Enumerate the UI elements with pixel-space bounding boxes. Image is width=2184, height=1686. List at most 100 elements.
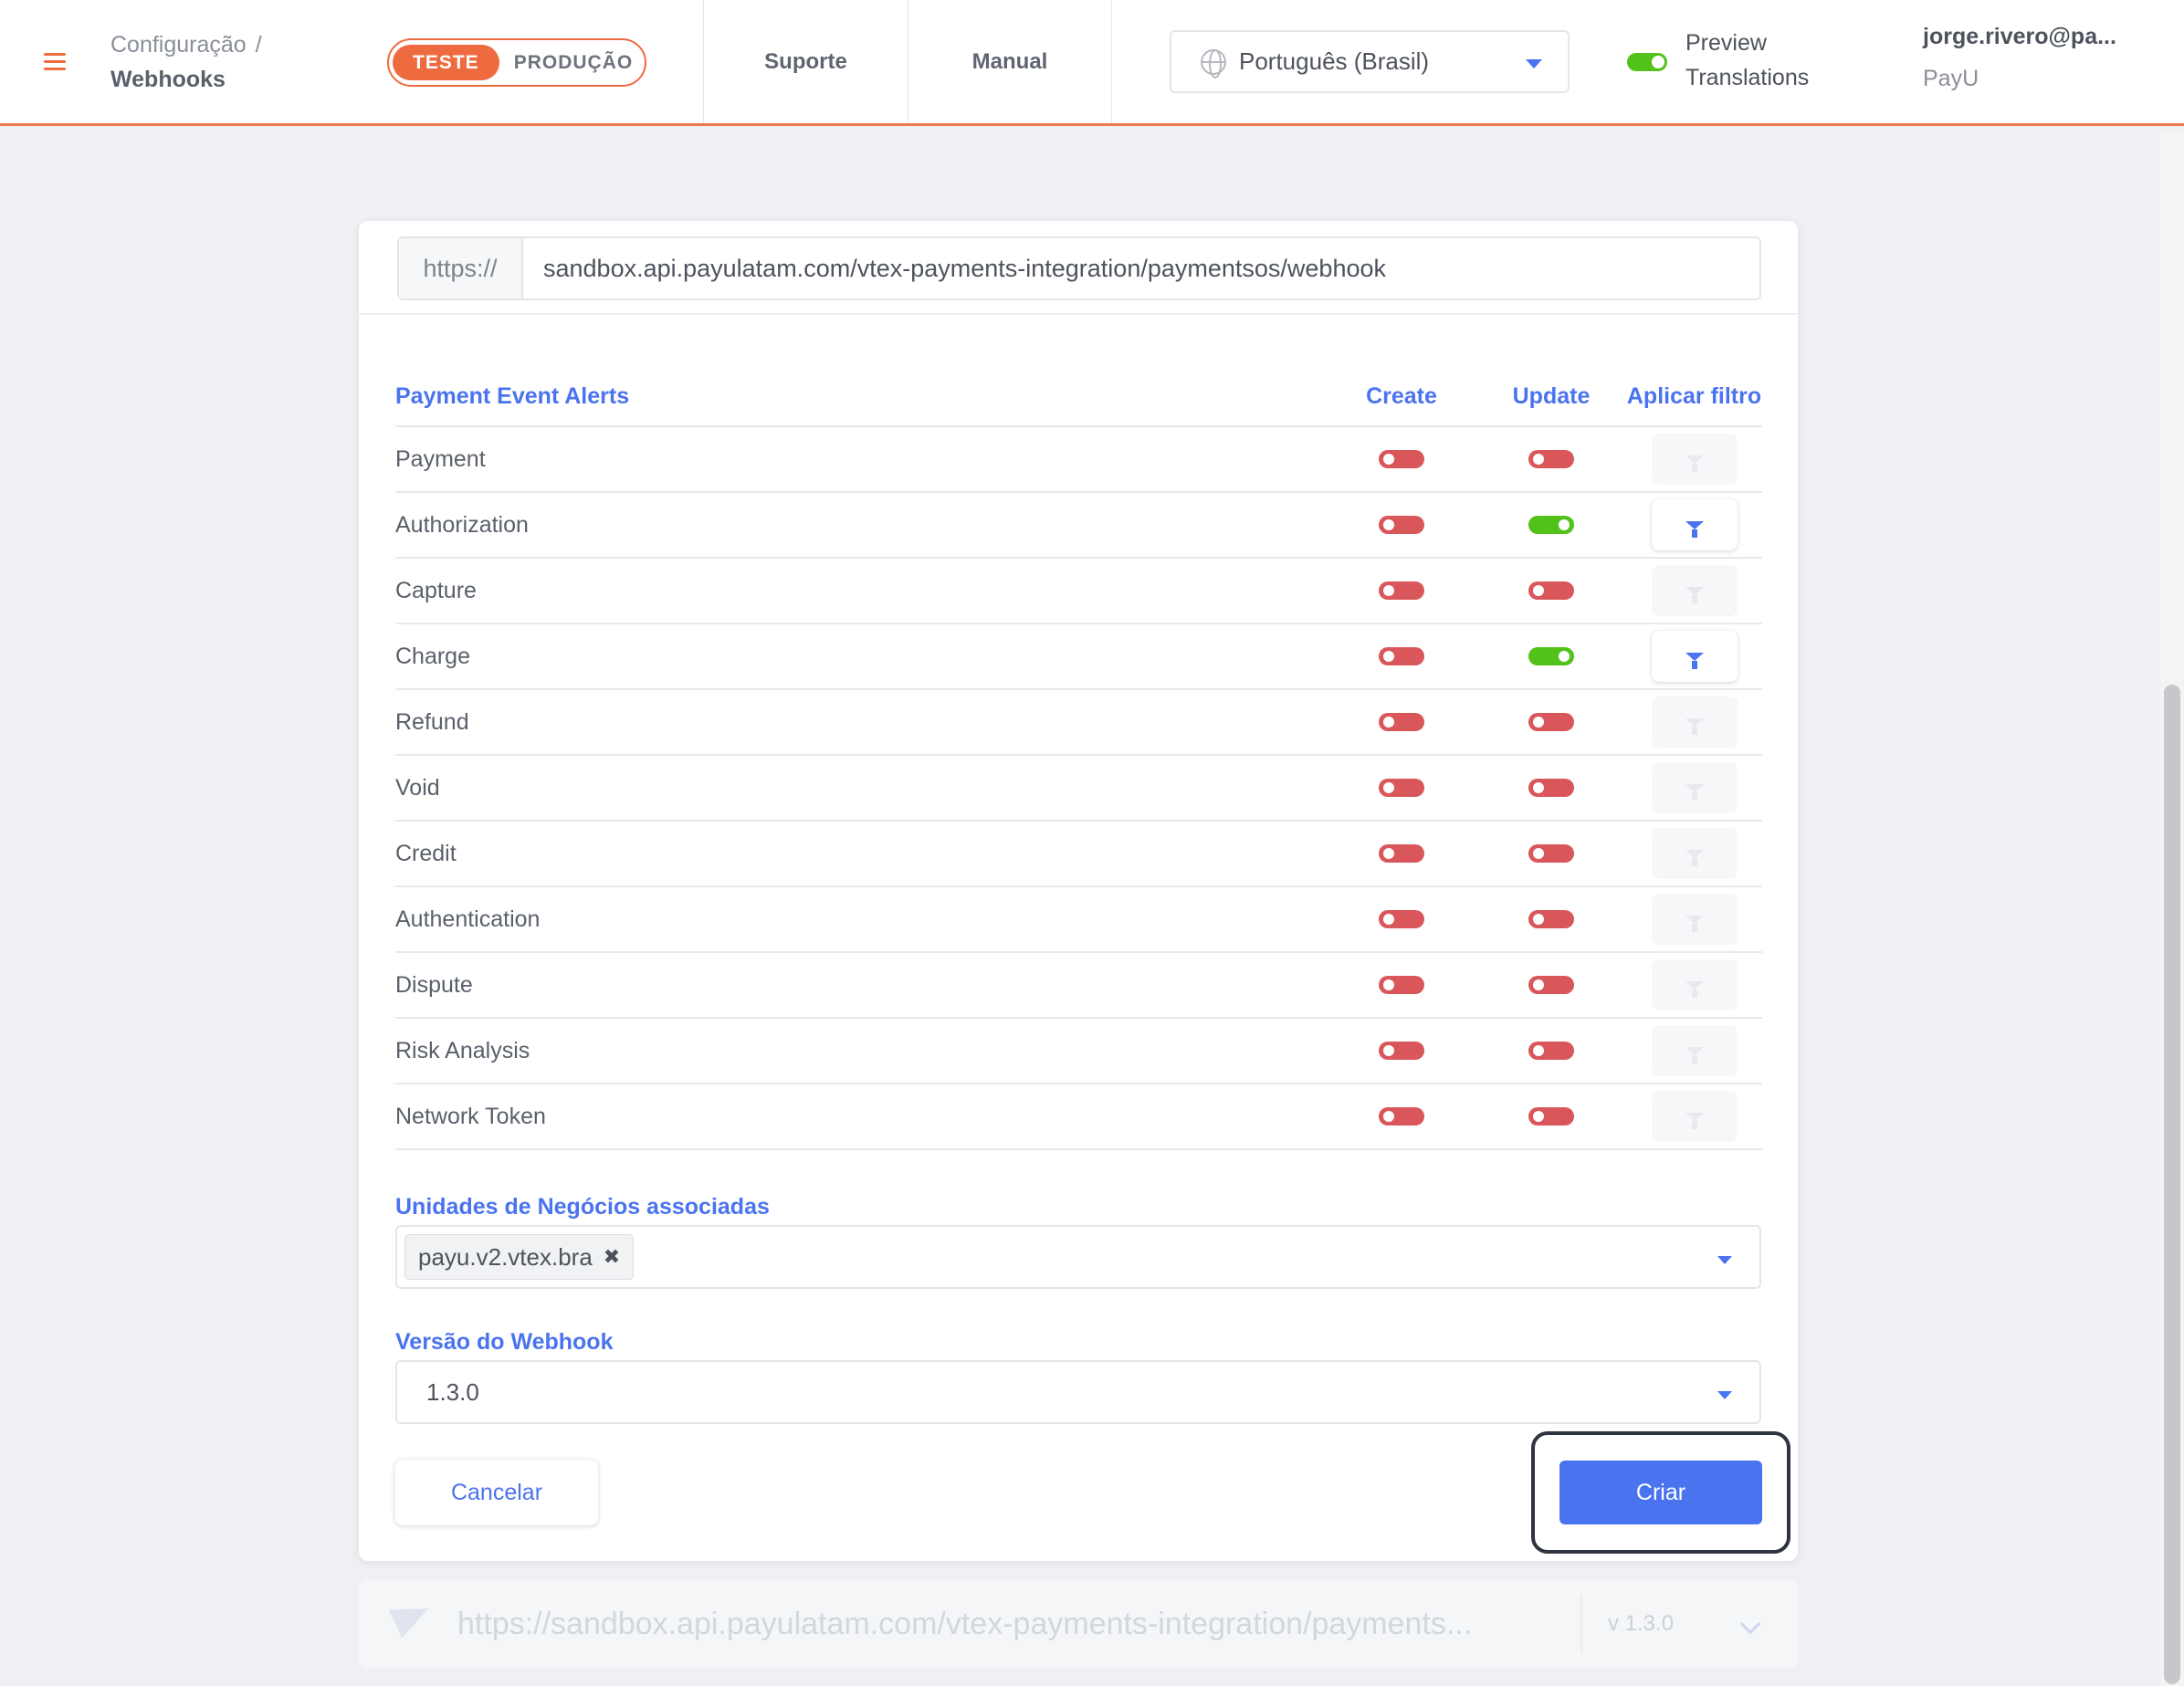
event-name: Authentication — [395, 906, 541, 932]
update-toggle[interactable] — [1528, 1042, 1574, 1060]
filter-icon — [1685, 980, 1704, 998]
create-toggle[interactable] — [1379, 910, 1424, 928]
filter-cell — [1626, 894, 1762, 945]
filter-icon — [1685, 652, 1704, 669]
hamburger-menu-icon[interactable] — [44, 53, 66, 71]
update-cell — [1476, 779, 1626, 797]
environment-toggle[interactable]: TESTE PRODUÇÃO — [387, 38, 646, 87]
breadcrumb-parent-link[interactable]: Configuração — [110, 32, 247, 58]
update-toggle[interactable] — [1528, 581, 1574, 600]
existing-webhook-row[interactable]: https://sandbox.api.payulatam.com/vtex-p… — [359, 1579, 1798, 1669]
filter-cell — [1626, 696, 1762, 748]
user-organization: PayU — [1923, 66, 1979, 91]
business-unit-chip-label: payu.v2.vtex.bra — [418, 1242, 593, 1271]
existing-webhook-version: v 1.3.0 — [1580, 1597, 1717, 1651]
create-cell — [1327, 516, 1476, 534]
create-toggle[interactable] — [1379, 1107, 1424, 1126]
update-toggle[interactable] — [1528, 844, 1574, 863]
header-apply-filter: Aplicar filtro — [1626, 382, 1762, 409]
table-row: Credit — [395, 822, 1762, 887]
filter-icon — [1685, 1112, 1704, 1129]
apply-filter-button — [1651, 696, 1738, 748]
table-row: Payment — [395, 427, 1762, 493]
table-body: Payment Authorization Capture Charge Refund V… — [395, 427, 1762, 1150]
update-cell — [1476, 1107, 1626, 1126]
apply-filter-button — [1651, 959, 1738, 1011]
create-cell — [1327, 910, 1476, 928]
header-event-name: Payment Event Alerts — [395, 382, 630, 409]
update-cell — [1476, 713, 1626, 731]
update-toggle[interactable] — [1528, 910, 1574, 928]
apply-filter-button[interactable] — [1651, 631, 1738, 682]
create-cell — [1327, 1042, 1476, 1060]
existing-webhook-url: https://sandbox.api.payulatam.com/vtex-p… — [457, 1606, 1473, 1641]
business-units-select[interactable]: payu.v2.vtex.bra ✖ — [395, 1225, 1761, 1289]
language-select[interactable]: Português (Brasil) — [1170, 30, 1570, 93]
filter-cell — [1626, 959, 1762, 1011]
create-button[interactable]: Criar — [1559, 1461, 1762, 1524]
update-toggle[interactable] — [1528, 713, 1574, 731]
header-create: Create — [1366, 382, 1437, 409]
language-value: Português (Brasil) — [1239, 47, 1430, 75]
env-production-option[interactable]: PRODUÇÃO — [499, 52, 648, 74]
page-scrollbar[interactable] — [2160, 130, 2184, 1686]
filter-icon — [1685, 520, 1704, 538]
preview-translations-toggle[interactable] — [1627, 53, 1667, 71]
user-email[interactable]: jorge.rivero@pa... — [1923, 24, 2116, 50]
table-row: Refund — [395, 690, 1762, 756]
update-toggle[interactable] — [1528, 976, 1574, 994]
create-toggle[interactable] — [1379, 779, 1424, 797]
event-name: Credit — [395, 840, 457, 866]
preview-label-line1: Preview — [1685, 30, 1767, 56]
update-cell — [1476, 910, 1626, 928]
env-test-option[interactable]: TESTE — [393, 45, 499, 80]
update-toggle[interactable] — [1528, 779, 1574, 797]
create-toggle[interactable] — [1379, 976, 1424, 994]
create-cell — [1327, 844, 1476, 863]
filter-icon — [1685, 455, 1704, 472]
nav-support-link[interactable]: Suporte — [703, 0, 908, 123]
webhook-url-field[interactable]: https:// sandbox.api.payulatam.com/vtex-… — [397, 236, 1761, 300]
create-cell — [1327, 976, 1476, 994]
chevron-down-icon — [1717, 1256, 1732, 1264]
remove-chip-icon[interactable]: ✖ — [604, 1245, 620, 1269]
filter-cell — [1626, 631, 1762, 682]
update-toggle[interactable] — [1528, 647, 1574, 665]
filter-cell — [1626, 762, 1762, 813]
event-name: Risk Analysis — [395, 1037, 530, 1063]
scrollbar-thumb[interactable] — [2164, 685, 2180, 1684]
business-unit-chip: payu.v2.vtex.bra ✖ — [404, 1234, 635, 1280]
event-name: Dispute — [395, 971, 473, 998]
create-toggle[interactable] — [1379, 581, 1424, 600]
globe-icon — [1201, 48, 1226, 79]
chevron-down-icon[interactable] — [1739, 1613, 1761, 1635]
webhook-version-select[interactable]: 1.3.0 — [395, 1360, 1761, 1424]
update-toggle[interactable] — [1528, 516, 1574, 534]
filter-cell — [1626, 1091, 1762, 1142]
webhook-version-value: 1.3.0 — [426, 1377, 479, 1406]
update-toggle[interactable] — [1528, 450, 1574, 468]
event-name: Refund — [395, 708, 469, 735]
nav-manual-link[interactable]: Manual — [908, 0, 1112, 123]
create-toggle[interactable] — [1379, 844, 1424, 863]
event-name: Void — [395, 774, 440, 801]
webhook-form-card: https:// sandbox.api.payulatam.com/vtex-… — [359, 221, 1798, 1561]
create-toggle[interactable] — [1379, 647, 1424, 665]
create-toggle[interactable] — [1379, 713, 1424, 731]
divider — [359, 313, 1798, 315]
cancel-button[interactable]: Cancelar — [395, 1460, 598, 1525]
filter-icon — [1685, 915, 1704, 932]
update-toggle[interactable] — [1528, 1107, 1574, 1126]
filter-icon — [1685, 849, 1704, 866]
filter-icon — [1685, 586, 1704, 603]
create-cell — [1327, 581, 1476, 600]
chevron-down-icon — [1717, 1391, 1732, 1399]
apply-filter-button[interactable] — [1651, 499, 1738, 550]
filter-cell — [1626, 565, 1762, 616]
filter-cell — [1626, 828, 1762, 879]
breadcrumb-current: Webhooks — [110, 67, 226, 92]
create-toggle[interactable] — [1379, 450, 1424, 468]
webhook-url-input[interactable]: sandbox.api.payulatam.com/vtex-payments-… — [523, 255, 1386, 283]
create-toggle[interactable] — [1379, 1042, 1424, 1060]
create-toggle[interactable] — [1379, 516, 1424, 534]
